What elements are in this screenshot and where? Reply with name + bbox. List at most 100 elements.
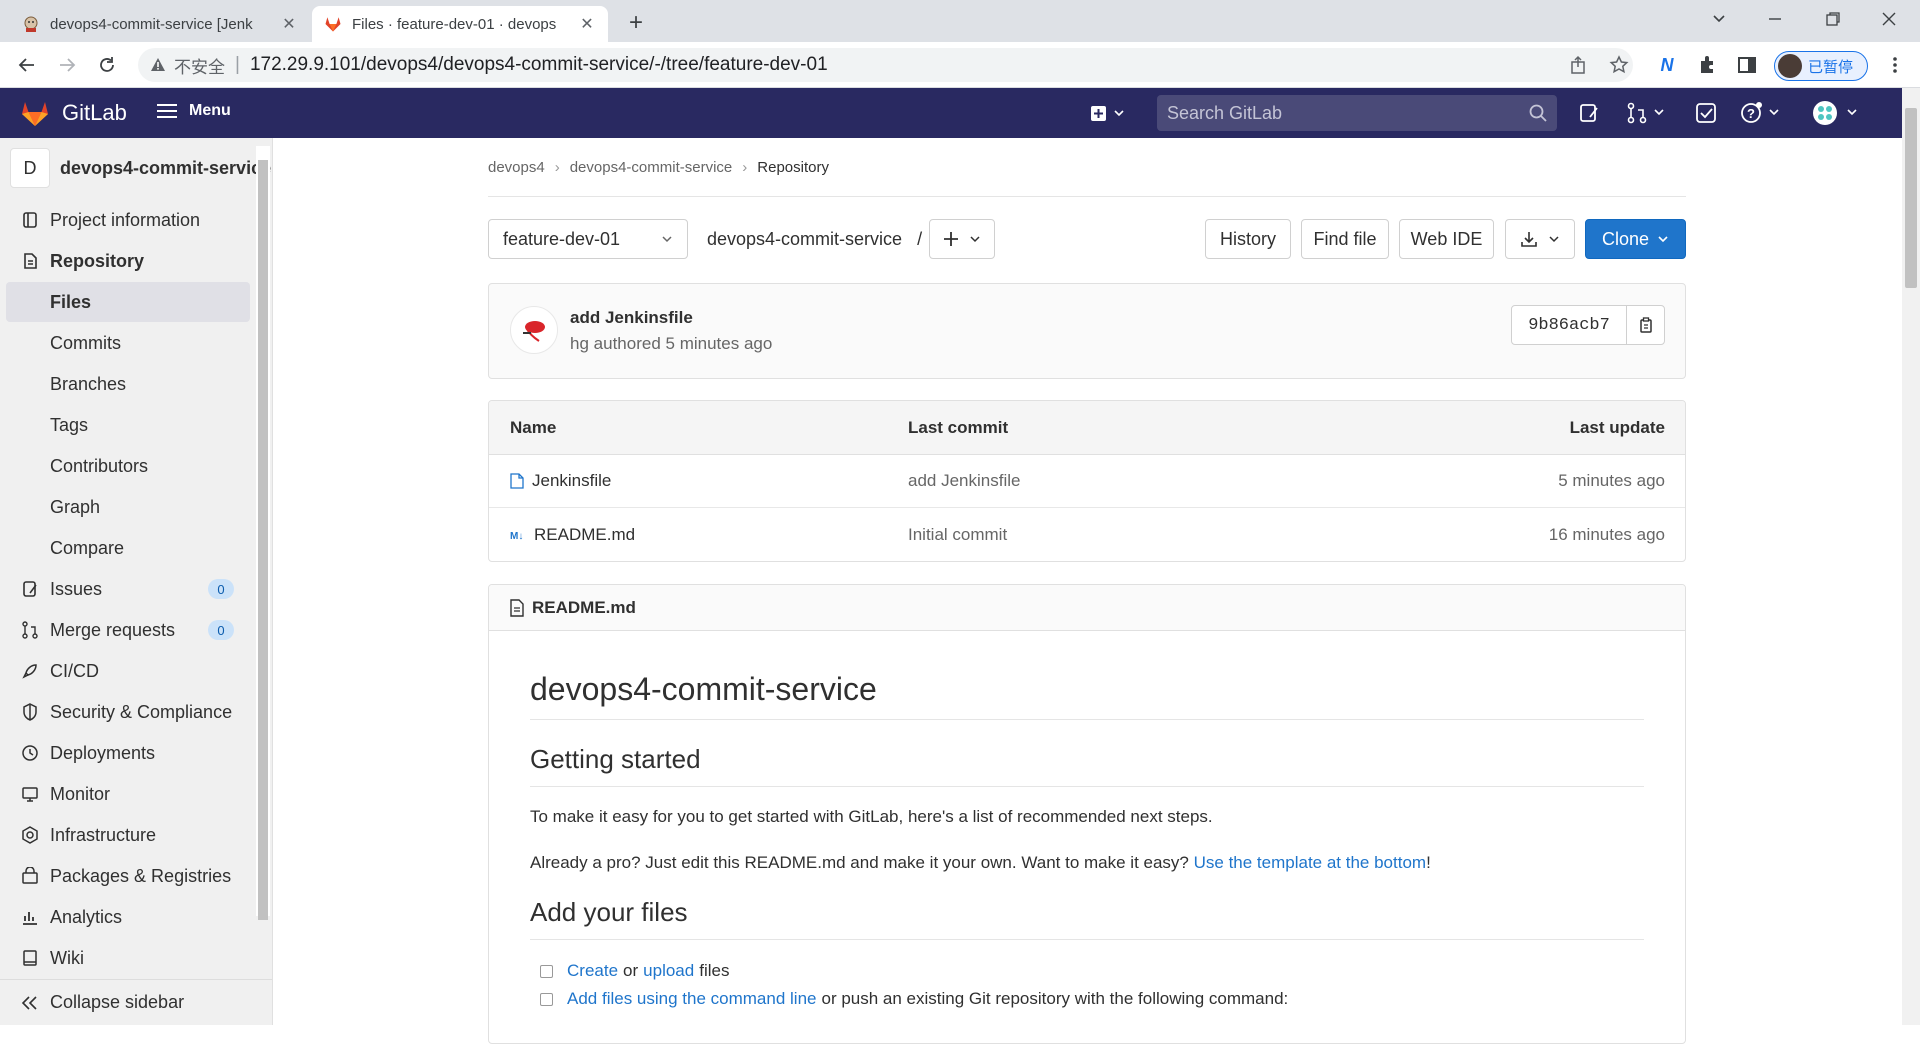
command-line-link[interactable]: Add files using the command line: [567, 989, 816, 1009]
file-name-link[interactable]: README.md: [534, 525, 635, 545]
help-icon[interactable]: ?: [1740, 101, 1782, 125]
sidebar-item-infrastructure[interactable]: Infrastructure: [6, 815, 250, 855]
chevron-down-icon: [969, 233, 981, 245]
sidebar-item-repository[interactable]: Repository: [6, 241, 250, 281]
profile-paused-button[interactable]: 已暂停: [1774, 51, 1868, 81]
readme-paragraph: Already a pro? Just edit this README.md …: [530, 853, 1431, 873]
gitlab-home-link[interactable]: GitLab: [20, 99, 127, 127]
menu-label: Menu: [189, 102, 231, 119]
page-scrollbar-thumb[interactable]: [1905, 108, 1917, 288]
tab-search-icon[interactable]: [1688, 0, 1750, 38]
readme-filename: README.md: [532, 597, 636, 617]
breadcrumb-current[interactable]: Repository: [757, 159, 829, 176]
restore-icon[interactable]: [1802, 0, 1864, 38]
commit-author-link[interactable]: hg: [570, 334, 589, 353]
todos-icon[interactable]: [1695, 101, 1717, 125]
close-tab-icon[interactable]: ✕: [280, 15, 298, 33]
sidebar-item-deployments[interactable]: Deployments: [6, 733, 250, 773]
bookmark-star-icon[interactable]: [1606, 52, 1632, 78]
search-input[interactable]: Search GitLab: [1157, 95, 1557, 131]
author-avatar[interactable]: [510, 306, 558, 354]
sidebar-item-merge-requests[interactable]: Merge requests 0: [6, 610, 250, 650]
readme-title: devops4-commit-service: [530, 671, 877, 707]
back-icon[interactable]: [13, 51, 41, 79]
issues-header-icon[interactable]: [1578, 101, 1600, 125]
table-row[interactable]: Jenkinsfile add Jenkinsfile 5 minutes ag…: [489, 455, 1685, 508]
extensions-puzzle-icon[interactable]: [1694, 52, 1720, 78]
sidebar-item-monitor[interactable]: Monitor: [6, 774, 250, 814]
sidebar-item-issues[interactable]: Issues 0: [6, 569, 250, 609]
sidebar-item-commits[interactable]: Commits: [6, 323, 250, 363]
sidebar-item-label: Wiki: [50, 947, 84, 968]
commit-authored-label: authored: [593, 334, 661, 353]
browser-tab-jenkins[interactable]: devops4-commit-service [Jenk ✕: [10, 6, 310, 42]
forward-icon[interactable]: [53, 51, 81, 79]
copy-sha-button[interactable]: [1626, 305, 1665, 345]
commit-sha-link[interactable]: 9b86acb7: [1511, 305, 1627, 345]
sidebar-project-link[interactable]: D devops4-commit-service: [10, 148, 271, 188]
search-icon: [1529, 104, 1547, 122]
sidebar-item-label: Merge requests: [50, 619, 176, 640]
page-scrollbar[interactable]: [1902, 88, 1920, 1025]
last-commit-box: add Jenkinsfile hg authored 5 minutes ag…: [488, 283, 1686, 379]
close-window-icon[interactable]: [1858, 0, 1920, 38]
clone-button[interactable]: Clone: [1585, 219, 1686, 259]
minimize-icon[interactable]: [1744, 0, 1806, 38]
extension-n-icon[interactable]: N: [1654, 52, 1680, 78]
sidebar-item-security-compliance[interactable]: Security & Compliance: [6, 692, 250, 732]
share-icon[interactable]: [1566, 52, 1592, 78]
table-row[interactable]: M↓ README.md Initial commit 16 minutes a…: [489, 508, 1685, 561]
svg-text:?: ?: [1747, 106, 1755, 121]
column-name: Name: [510, 417, 557, 437]
add-to-tree-button[interactable]: [929, 219, 995, 259]
task-checkbox[interactable]: [540, 964, 553, 978]
template-link[interactable]: Use the template at the bottom: [1194, 853, 1426, 872]
create-new-icon[interactable]: [1089, 101, 1127, 125]
sidebar-item-analytics[interactable]: Analytics: [6, 897, 250, 937]
web-ide-button[interactable]: Web IDE: [1399, 219, 1494, 259]
history-button[interactable]: History: [1205, 219, 1291, 259]
repo-path-link[interactable]: devops4-commit-service: [707, 229, 902, 249]
sidebar-scrollbar-thumb[interactable]: [258, 160, 268, 920]
create-link[interactable]: Create: [567, 961, 618, 981]
sidebar-item-ci-cd[interactable]: CI/CD: [6, 651, 250, 691]
branch-selector[interactable]: feature-dev-01: [488, 219, 688, 259]
sidebar-item-branches[interactable]: Branches: [6, 364, 250, 404]
download-button[interactable]: [1505, 219, 1575, 259]
file-last-commit-link[interactable]: add Jenkinsfile: [908, 471, 1020, 491]
upload-link[interactable]: upload: [643, 961, 694, 981]
sidebar-item-packages-registries[interactable]: Packages & Registries: [6, 856, 250, 896]
sidebar-item-project-information[interactable]: Project information: [6, 200, 250, 240]
merge-requests-header-icon[interactable]: [1626, 101, 1666, 125]
sidebar-item-graph[interactable]: Graph: [6, 487, 250, 527]
sidebar-item-tags[interactable]: Tags: [6, 405, 250, 445]
sidebar-item-files[interactable]: Files: [6, 282, 250, 322]
reload-icon[interactable]: [93, 51, 121, 79]
new-tab-icon[interactable]: +: [622, 9, 650, 37]
readme-paragraph: To make it easy for you to get started w…: [530, 807, 1213, 826]
menu-button[interactable]: Menu: [157, 102, 231, 120]
file-last-commit-link[interactable]: Initial commit: [908, 525, 1007, 545]
side-panel-icon[interactable]: [1734, 52, 1760, 78]
file-name-link[interactable]: Jenkinsfile: [532, 471, 611, 491]
repository-icon: [20, 251, 40, 271]
sidebar-item-compare[interactable]: Compare: [6, 528, 250, 568]
close-tab-icon[interactable]: ✕: [578, 15, 596, 33]
sidebar-item-label: Deployments: [50, 742, 156, 763]
sidebar-item-label: Contributors: [50, 455, 149, 476]
address-bar[interactable]: 不安全 | 172.29.9.101/devops4/devops4-commi…: [138, 48, 1633, 82]
breadcrumb-project-link[interactable]: devops4-commit-service: [570, 159, 733, 176]
collapse-sidebar-button[interactable]: Collapse sidebar: [0, 979, 272, 1025]
file-last-update: 5 minutes ago: [1558, 471, 1665, 490]
sidebar-item-contributors[interactable]: Contributors: [6, 446, 250, 486]
browser-menu-icon[interactable]: [1882, 52, 1908, 78]
merge-requests-count-badge: 0: [208, 620, 234, 640]
user-avatar-icon[interactable]: [1812, 101, 1862, 125]
breadcrumb-group-link[interactable]: devops4: [488, 159, 545, 176]
task-checkbox[interactable]: [540, 992, 553, 1006]
sidebar-item-wiki[interactable]: Wiki: [6, 938, 250, 978]
browser-tab-files[interactable]: Files · feature-dev-01 · devops ✕: [312, 6, 608, 42]
sidebar-scrollbar[interactable]: [256, 146, 270, 920]
find-file-button[interactable]: Find file: [1301, 219, 1389, 259]
commit-title-link[interactable]: add Jenkinsfile: [570, 308, 693, 328]
